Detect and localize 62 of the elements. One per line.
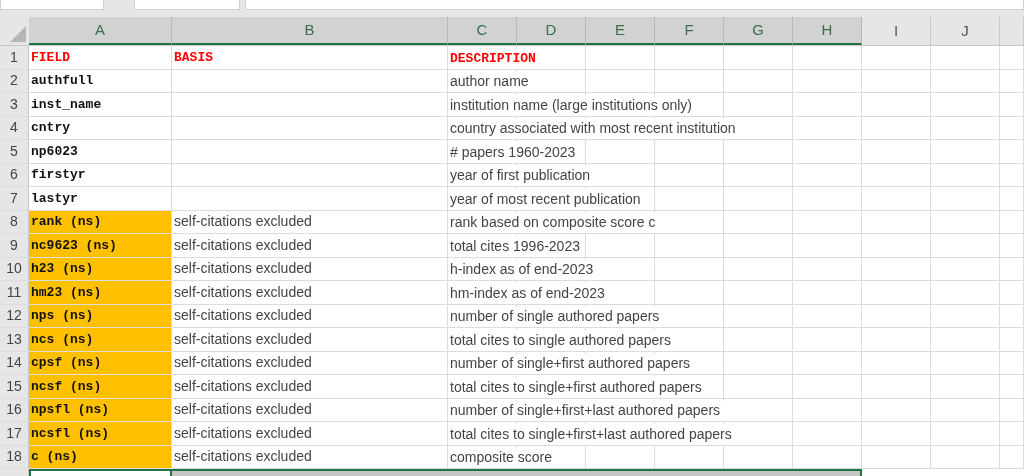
column-header[interactable]: E — [586, 17, 655, 45]
column-header[interactable]: J — [931, 17, 1000, 45]
row-header[interactable]: 12 — [0, 304, 29, 327]
field-cell: cpsf (ns) — [29, 351, 172, 374]
row-header[interactable]: 11 — [0, 281, 29, 304]
field-cell: nc9623 (ns) — [29, 234, 172, 257]
field-cell: firstyr — [29, 163, 172, 186]
row-header[interactable]: 16 — [0, 398, 29, 421]
column-header[interactable]: A — [29, 17, 172, 45]
field-cell: cntry — [29, 116, 172, 139]
row-header[interactable]: 10 — [0, 257, 29, 280]
field-cell: lastyr — [29, 187, 172, 210]
basis-cell-text: self-citations excluded — [174, 282, 312, 302]
row-header[interactable]: 9 — [0, 234, 29, 257]
basis-cell-text: self-citations excluded — [174, 400, 312, 420]
field-cell: c (ns) — [29, 445, 172, 468]
field-cell: ncsf (ns) — [29, 375, 172, 398]
basis-cell-text: self-citations excluded — [174, 447, 312, 467]
row-header[interactable]: 6 — [0, 163, 29, 186]
field-cell: authfull — [29, 69, 172, 92]
column-header[interactable]: B — [172, 17, 448, 45]
row-header[interactable]: 3 — [0, 93, 29, 116]
field-cell: ncs (ns) — [29, 328, 172, 351]
basis-cell-text: self-citations excluded — [174, 376, 312, 396]
field-cell: np6023 — [29, 140, 172, 163]
row-header[interactable]: 4 — [0, 116, 29, 139]
row-header[interactable]: 2 — [0, 69, 29, 92]
row-header[interactable]: 18 — [0, 445, 29, 468]
row-header[interactable]: 8 — [0, 210, 29, 233]
basis-cell-text: self-citations excluded — [174, 423, 312, 443]
field-cell: npsfl (ns) — [29, 398, 172, 421]
basis-cell-text: self-citations excluded — [174, 353, 312, 373]
basis-cell-text: self-citations excluded — [174, 306, 312, 326]
basis-cell-text: self-citations excluded — [174, 235, 312, 255]
field-cell: hm23 (ns) — [29, 281, 172, 304]
basis-cell-text: self-citations excluded — [174, 212, 312, 232]
basis-cell-text: BASIS — [174, 48, 213, 67]
formula-buttons[interactable] — [134, 0, 240, 10]
formula-field[interactable] — [245, 0, 1024, 10]
row-header[interactable]: 14 — [0, 351, 29, 374]
row-header[interactable]: 13 — [0, 328, 29, 351]
field-cell: h23 (ns) — [29, 257, 172, 280]
field-cell: inst_name — [29, 93, 172, 116]
column-header[interactable]: C — [448, 17, 517, 45]
field-cell: nps (ns) — [29, 304, 172, 327]
column-header[interactable]: I — [862, 17, 931, 45]
column-header[interactable]: D — [517, 17, 586, 45]
description-cell: number of single+first+last authored papers — [450, 400, 725, 421]
row-header[interactable]: 15 — [0, 375, 29, 398]
field-cell: FIELD — [29, 46, 172, 69]
column-header[interactable]: H — [793, 17, 862, 45]
column-header[interactable]: G — [724, 17, 793, 45]
field-cell: ncsfl (ns) — [29, 422, 172, 445]
name-box[interactable] — [0, 0, 104, 10]
basis-cell-text: self-citations excluded — [174, 259, 312, 279]
row-header[interactable]: 5 — [0, 140, 29, 163]
basis-cell-text: self-citations excluded — [174, 329, 312, 349]
column-header[interactable]: F — [655, 17, 724, 45]
row-header[interactable]: 1 — [0, 46, 29, 69]
row-header[interactable]: 7 — [0, 187, 29, 210]
row-header[interactable]: 17 — [0, 422, 29, 445]
field-cell: rank (ns) — [29, 210, 172, 233]
